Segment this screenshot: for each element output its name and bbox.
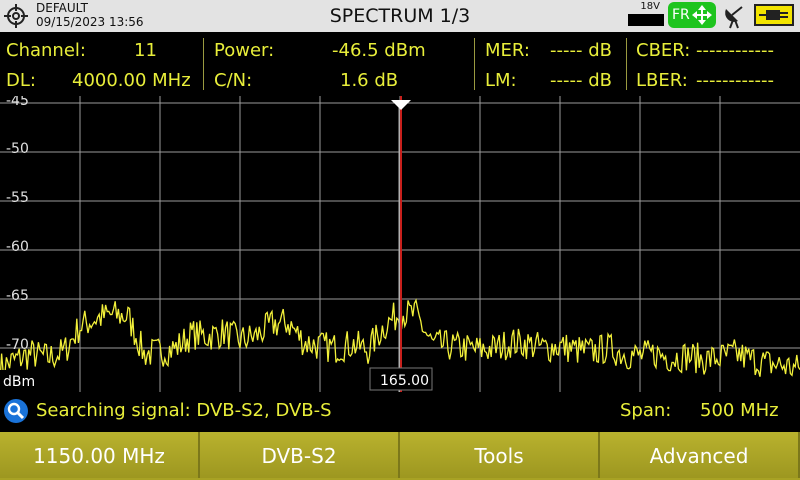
divider xyxy=(626,38,627,90)
divider xyxy=(203,38,204,90)
region-badge-label: FR xyxy=(672,7,690,23)
power-plug-icon xyxy=(754,4,794,26)
move-arrows-icon xyxy=(692,5,712,25)
region-badge[interactable]: FR xyxy=(668,2,716,28)
header-bar: DEFAULT 09/15/2023 13:56 SPECTRUM 1/3 18… xyxy=(0,0,800,32)
status-message: Searching signal: DVB-S2, DVB-S xyxy=(36,400,332,421)
unit-label: dBm xyxy=(3,374,35,390)
mer-label: MER: xyxy=(485,40,530,61)
mer-value: ----- dB xyxy=(550,40,612,61)
status-bar: Searching signal: DVB-S2, DVB-S Span: 50… xyxy=(0,396,800,428)
span-value: 500 MHz xyxy=(700,400,779,421)
spectrum-plot[interactable]: -45 -50 -55 -60 -65 -70 dBm 165.00 xyxy=(0,96,800,392)
y-axis-labels: -45 -50 -55 -60 -65 -70 xyxy=(6,96,29,353)
softkey-frequency[interactable]: 1150.00 MHz xyxy=(0,432,200,478)
power-label: Power: xyxy=(214,40,275,61)
span-label: Span: xyxy=(620,400,672,421)
marker-handle-icon[interactable] xyxy=(391,100,411,110)
softkey-tools[interactable]: Tools xyxy=(400,432,600,478)
y-tick-label: -50 xyxy=(6,141,29,157)
cn-label: C/N: xyxy=(214,70,253,91)
voltage-bar xyxy=(628,14,664,26)
dl-label: DL: xyxy=(6,70,36,91)
cn-value: 1.6 dB xyxy=(340,70,399,91)
channel-value: 11 xyxy=(134,40,157,61)
lm-value: ----- dB xyxy=(550,70,612,91)
y-tick-label: -60 xyxy=(6,239,29,255)
y-tick-label: -55 xyxy=(6,190,29,206)
measurements-panel: Channel: 11 DL: 4000.00 MHz Power: -46.5… xyxy=(0,32,800,96)
divider xyxy=(474,38,475,90)
cber-label: CBER: xyxy=(636,40,691,61)
lnb-voltage: 18V xyxy=(640,1,660,12)
channel-label: Channel: xyxy=(6,40,86,61)
softkey-advanced[interactable]: Advanced xyxy=(600,432,800,478)
marker-readout: 165.00 xyxy=(380,373,429,389)
lber-value: ------------ xyxy=(696,70,774,91)
power-value: -46.5 dBm xyxy=(332,40,426,61)
y-tick-label: -45 xyxy=(6,96,29,109)
satellite-dish-icon xyxy=(725,6,743,29)
softkey-bar: 1150.00 MHz DVB-S2 Tools Advanced xyxy=(0,432,800,480)
dl-value: 4000.00 MHz xyxy=(72,70,191,91)
lm-label: LM: xyxy=(485,70,517,91)
lnb-voltage-indicator: 18V xyxy=(628,1,664,28)
softkey-standard[interactable]: DVB-S2 xyxy=(200,432,400,478)
search-icon xyxy=(4,399,28,423)
lber-label: LBER: xyxy=(636,70,688,91)
y-tick-label: -65 xyxy=(6,288,29,304)
cber-value: ------------ xyxy=(696,40,774,61)
